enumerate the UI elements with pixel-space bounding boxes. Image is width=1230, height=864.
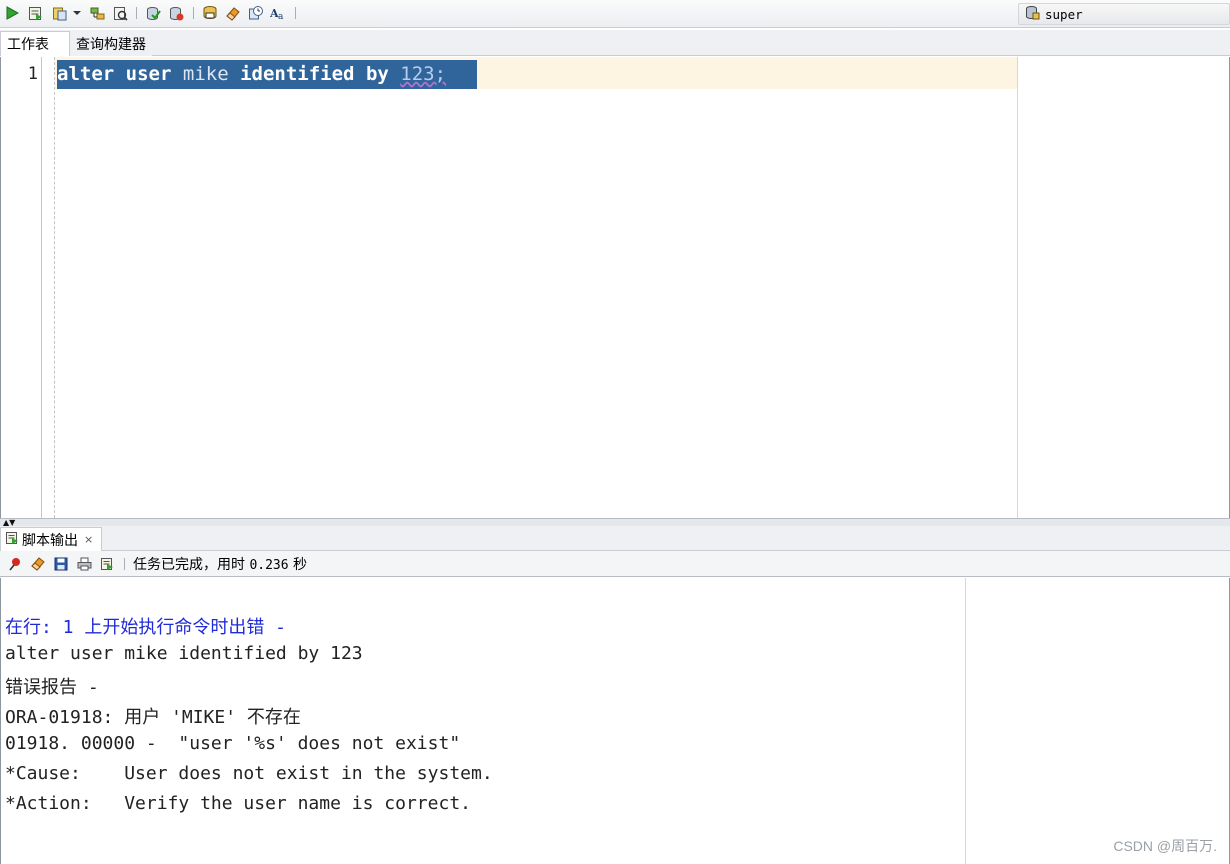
fold-margin (54, 57, 55, 518)
script-output-area[interactable]: 在行: 1 上开始执行命令时出错 - alter user mike ident… (0, 578, 1230, 864)
sql-tuning-icon[interactable] (111, 4, 129, 22)
toolbar-separator (136, 7, 137, 19)
sql-history-icon[interactable] (247, 4, 265, 22)
explain-plan-icon[interactable] (88, 4, 106, 22)
run-script-icon[interactable] (26, 4, 44, 22)
dropdown-arrow-icon[interactable] (70, 4, 84, 22)
watermark: CSDN @周百万. (1113, 838, 1217, 854)
tab-query-builder[interactable]: 查询构建器 (70, 31, 152, 56)
output-line-action: *Action: Verify the user name is correct… (5, 793, 471, 814)
editor-tab-strip: 工作表 查询构建器 (0, 30, 1230, 56)
unshared-worksheet-icon[interactable] (201, 4, 219, 22)
keyword-alter: alter (57, 63, 115, 85)
run-statement-icon[interactable] (3, 4, 21, 22)
clear-eraser-icon[interactable] (224, 4, 242, 22)
output-line-statement: alter user mike identified by 123 (5, 643, 363, 664)
status-time: 0.236 (249, 557, 289, 573)
commit-icon[interactable] (144, 4, 162, 22)
line-number-gutter: 1 (1, 57, 42, 518)
status-unit: 秒 (293, 556, 308, 573)
tab-worksheet[interactable]: 工作表 (0, 31, 70, 56)
output-line-error-location: 在行: 1 上开始执行命令时出错 - (5, 617, 287, 638)
identifier-mike: mike (182, 63, 229, 85)
output-line-cause: *Cause: User does not exist in the syste… (5, 763, 493, 784)
toolbar-separator (295, 7, 296, 19)
connection-name: super (1045, 6, 1083, 22)
close-icon[interactable]: × (84, 533, 93, 546)
tab-script-output-label: 脚本输出 (22, 532, 78, 549)
output-line-message: 01918. 00000 - "user '%s' does not exist… (5, 733, 461, 754)
svg-text:a: a (278, 12, 284, 21)
tab-query-builder-label: 查询构建器 (76, 36, 146, 53)
output-line-error-report: 错误报告 - (5, 677, 99, 698)
keyword-by: by (365, 63, 389, 85)
open-script-icon[interactable] (96, 554, 118, 574)
toolbar-separator (193, 7, 194, 19)
main-toolbar: Aa super (0, 0, 1230, 28)
line-number: 1 (27, 64, 38, 84)
status-prefix: 任务已完成，用时 (133, 556, 245, 573)
output-line-ora-code: ORA-01918: 用户 'MIKE' 不存在 (5, 707, 301, 728)
print-icon[interactable] (73, 554, 95, 574)
tab-script-output[interactable]: 脚本输出 × (0, 527, 102, 551)
panel-splitter[interactable]: ▲▼ (0, 518, 1230, 527)
code-line-1[interactable]: alter user mike identified by 123; (57, 63, 446, 85)
output-toolbar: 任务已完成，用时 0.236 秒 (0, 551, 1230, 577)
script-output-icon (5, 531, 19, 549)
sql-editor[interactable]: 1 alter user mike identified by 123; (0, 57, 1230, 518)
database-icon (1025, 5, 1040, 24)
status-message: 任务已完成，用时 0.236 秒 (133, 554, 307, 574)
tab-worksheet-label: 工作表 (7, 37, 49, 53)
autotrace-icon[interactable] (50, 4, 68, 22)
format-case-icon[interactable]: Aa (270, 4, 288, 22)
rollback-icon[interactable] (167, 4, 185, 22)
output-right-margin (965, 578, 966, 864)
right-margin-guide (1017, 57, 1018, 518)
toolbar-separator (124, 557, 125, 570)
clear-output-eraser-icon[interactable] (27, 554, 49, 574)
output-tab-strip: 脚本输出 × (0, 526, 1230, 551)
literal-password: 123; (400, 63, 447, 85)
pin-icon[interactable] (4, 554, 26, 574)
keyword-identified: identified (240, 63, 355, 85)
keyword-user: user (125, 63, 172, 85)
connection-selector[interactable]: super (1018, 3, 1230, 25)
save-icon[interactable] (50, 554, 72, 574)
